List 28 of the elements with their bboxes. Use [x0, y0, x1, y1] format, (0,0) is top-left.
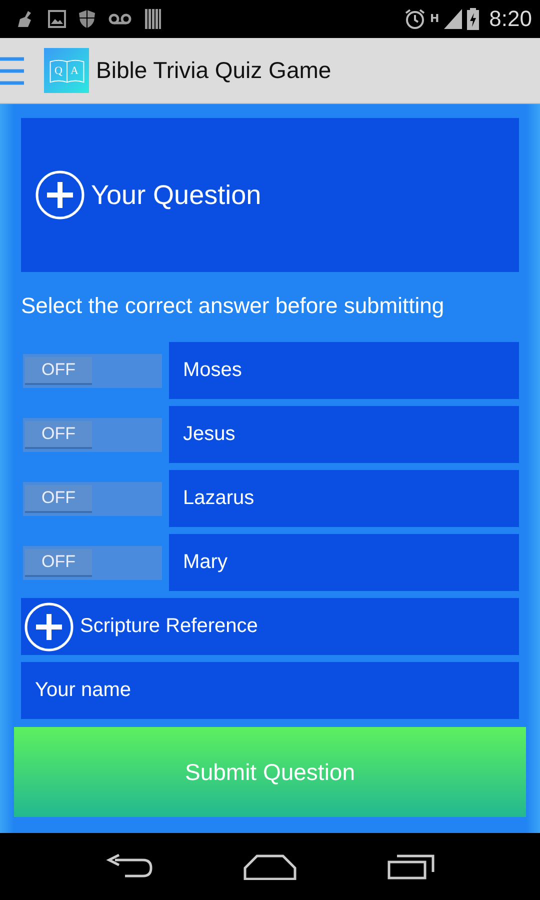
barcode-icon: [144, 8, 162, 30]
logo-letter: A: [70, 64, 78, 76]
signal-icon: [443, 8, 464, 30]
network-type: H: [430, 12, 440, 25]
back-icon[interactable]: [105, 854, 153, 880]
answer-field[interactable]: Lazarus: [169, 470, 519, 527]
recent-apps-icon[interactable]: [387, 854, 435, 880]
add-icon[interactable]: [35, 170, 85, 220]
question-label: Your Question: [91, 180, 262, 210]
open-book-icon: [48, 58, 86, 84]
clock-time: 8:20: [489, 6, 532, 32]
question-panel[interactable]: Your Question: [21, 118, 519, 272]
add-icon[interactable]: [24, 602, 74, 652]
scripture-label: Scripture Reference: [80, 615, 258, 638]
image-icon: [48, 10, 66, 28]
name-field[interactable]: Your name: [21, 662, 519, 719]
logo-letter: Q: [54, 64, 62, 76]
battery-icon: [467, 8, 480, 30]
answer-field[interactable]: Mary: [169, 534, 519, 591]
scripture-panel[interactable]: Scripture Reference: [21, 598, 519, 655]
instruction-text: Select the correct answer before submitting: [21, 293, 446, 319]
answer-field[interactable]: Moses: [169, 342, 519, 399]
answer-field[interactable]: Jesus: [169, 406, 519, 463]
alarm-icon: [404, 8, 426, 30]
shield-icon: [78, 9, 96, 29]
app-title: Bible Trivia Quiz Game: [96, 57, 332, 84]
voicemail-icon: [108, 13, 132, 25]
home-icon[interactable]: [243, 854, 297, 880]
